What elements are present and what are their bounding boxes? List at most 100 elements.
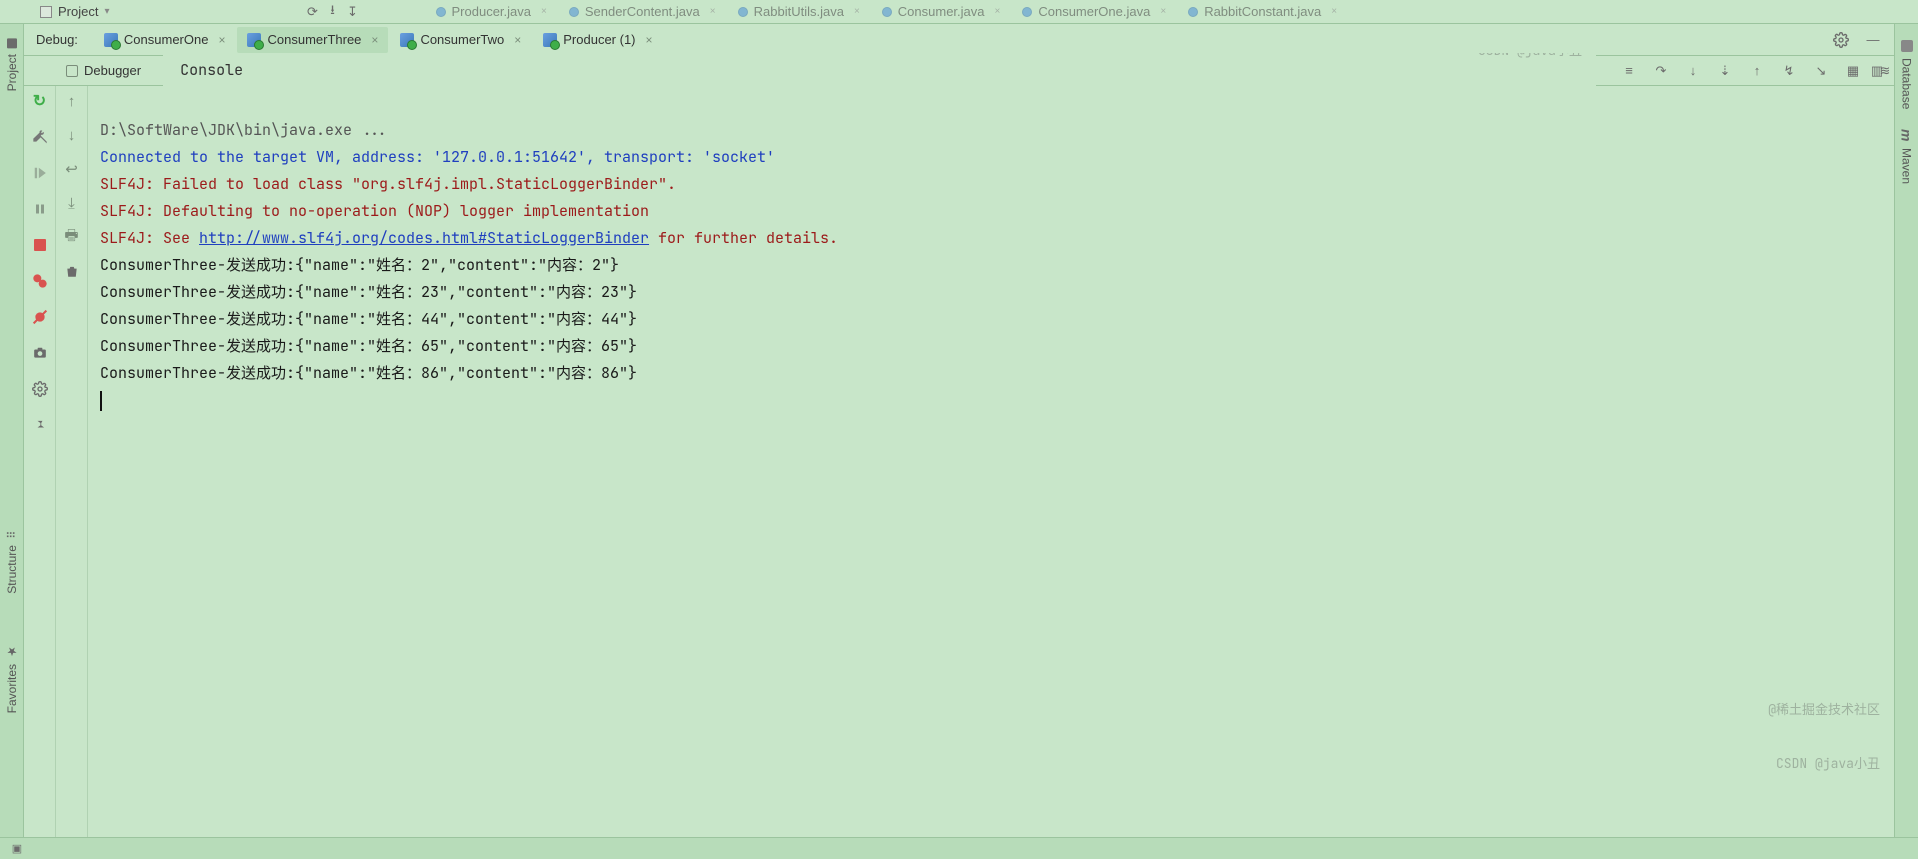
evaluate-expression-icon[interactable]: ▦: [1844, 62, 1862, 80]
file-tab[interactable]: RabbitUtils.java×: [728, 0, 870, 23]
java-file-icon: [1022, 7, 1032, 17]
console-output[interactable]: D:\SoftWare\JDK\bin\java.exe ... Connect…: [88, 86, 1894, 837]
java-file-icon: [569, 7, 579, 17]
resume-program-icon[interactable]: [31, 164, 49, 182]
close-icon[interactable]: ×: [995, 6, 1001, 17]
minimize-icon[interactable]: —: [1864, 31, 1882, 49]
soft-wrap-icon[interactable]: ↩: [63, 160, 81, 178]
step-out-icon[interactable]: ↑: [1748, 62, 1766, 80]
java-file-icon: [882, 7, 892, 17]
close-icon[interactable]: ×: [218, 33, 225, 47]
step-into-icon[interactable]: ↓: [1684, 62, 1702, 80]
run-config-icon: [543, 33, 557, 47]
file-tab[interactable]: SenderContent.java×: [559, 0, 726, 23]
pause-program-icon[interactable]: [31, 200, 49, 218]
layout-settings-icon[interactable]: ▥: [1868, 62, 1886, 80]
editor-file-tabs: Project ▾ ⟳ ⭳ ↧ Producer.java× SenderCon…: [0, 0, 1918, 24]
run-config-icon: [400, 33, 414, 47]
project-toolwindow-button[interactable]: Project: [5, 38, 19, 91]
clear-all-icon[interactable]: [63, 262, 81, 280]
status-bar: ▣: [0, 837, 1918, 859]
scroll-to-end-icon[interactable]: ⤓: [63, 194, 81, 212]
: Console: [180, 57, 243, 84]
run-tab-consumer-three[interactable]: ConsumerThree ×: [237, 27, 388, 53]
print-icon[interactable]: 🖶: [63, 228, 81, 246]
console-line: Connected to the target VM, address: '12…: [100, 147, 775, 167]
run-to-cursor-icon[interactable]: ↘: [1812, 62, 1830, 80]
run-tab-consumer-one[interactable]: ConsumerOne ×: [94, 27, 236, 53]
project-label: Project: [58, 4, 98, 19]
project-icon: [7, 38, 17, 48]
mute-breakpoints-icon[interactable]: [31, 308, 49, 326]
java-file-icon: [436, 7, 446, 17]
pin-tab-icon[interactable]: [27, 412, 52, 437]
left-toolwindow-stripe: Project Structure⠿ Favorites★: [0, 24, 24, 837]
view-breakpoints-icon[interactable]: [31, 272, 49, 290]
structure-toolwindow-button[interactable]: Structure⠿: [5, 531, 19, 594]
close-icon[interactable]: ×: [1331, 6, 1337, 17]
console-line: SLF4J: Defaulting to no-operation (NOP) …: [100, 201, 649, 221]
folder-icon: [40, 6, 52, 18]
maven-toolwindow-button[interactable]: m Maven: [1899, 129, 1915, 183]
console-line: ConsumerThree-发送成功:{"name":"姓名：2","conte…: [100, 255, 619, 275]
console-line: ConsumerThree-发送成功:{"name":"姓名：86","cont…: [100, 363, 637, 383]
show-execution-point-icon[interactable]: ≡: [1620, 62, 1638, 80]
modify-run-config-icon[interactable]: [31, 128, 49, 146]
database-toolwindow-button[interactable]: Database: [1900, 40, 1914, 109]
up-stack-icon[interactable]: ↑: [63, 92, 81, 110]
close-icon[interactable]: ×: [710, 6, 716, 17]
force-step-into-icon[interactable]: ⇣: [1716, 62, 1734, 80]
debug-settings-icon[interactable]: [1832, 31, 1850, 49]
file-tab[interactable]: ConsumerOne.java×: [1012, 0, 1176, 23]
toolbar-icon-3[interactable]: ↧: [344, 3, 362, 21]
structure-icon: ⠿: [5, 531, 18, 539]
project-dropdown[interactable]: Project ▾: [30, 0, 120, 23]
file-tab[interactable]: Consumer.java×: [872, 0, 1011, 23]
settings-icon[interactable]: [31, 380, 49, 398]
debug-action-column: ↻: [24, 86, 56, 837]
run-config-icon: [104, 33, 118, 47]
console-icon: [169, 57, 174, 84]
database-icon: [1901, 40, 1913, 52]
drop-frame-icon[interactable]: ↯: [1780, 62, 1798, 80]
toolbar-icon-2[interactable]: ⭳: [324, 3, 342, 21]
java-file-icon: [1188, 7, 1198, 17]
close-icon[interactable]: ×: [371, 33, 378, 47]
console-line: ConsumerThree-发送成功:{"name":"姓名：44","cont…: [100, 309, 637, 329]
tool-window-quick-access-icon[interactable]: ▣: [8, 840, 26, 858]
console-line: SLF4J: Failed to load class "org.slf4j.i…: [100, 174, 676, 194]
close-icon[interactable]: ×: [854, 6, 860, 17]
console-tab[interactable]: Console@稀土掘金技术社区CSDN @java小丑: [163, 53, 1596, 88]
star-icon: ★: [5, 644, 19, 658]
slf4j-link[interactable]: http://www.slf4j.org/codes.html#StaticLo…: [199, 228, 649, 248]
get-thread-dump-icon[interactable]: [31, 344, 49, 362]
close-icon[interactable]: ×: [541, 6, 547, 17]
stop-icon[interactable]: [31, 236, 49, 254]
text-caret: [100, 391, 102, 411]
run-config-icon: [247, 33, 261, 47]
run-tab-consumer-two[interactable]: ConsumerTwo ×: [390, 27, 531, 53]
debugger-icon: [66, 65, 78, 77]
close-icon[interactable]: ×: [646, 33, 653, 47]
close-icon[interactable]: ×: [514, 33, 521, 47]
debugger-tab[interactable]: Debugger: [60, 59, 147, 82]
console-line: ConsumerThree-发送成功:{"name":"姓名：23","cont…: [100, 282, 637, 302]
down-stack-icon[interactable]: ↓: [63, 126, 81, 144]
close-icon[interactable]: ×: [1160, 6, 1166, 17]
rerun-icon[interactable]: ↻: [31, 92, 49, 110]
file-tab[interactable]: RabbitConstant.java×: [1178, 0, 1347, 23]
maven-icon: m: [1899, 129, 1915, 141]
console-action-column: ↑ ↓ ↩ ⤓ 🖶: [56, 86, 88, 837]
favorites-toolwindow-button[interactable]: Favorites★: [5, 644, 19, 713]
file-tab[interactable]: Producer.java×: [426, 0, 557, 23]
debug-inner-tabs: Debugger Console@稀土掘金技术社区CSDN @java小丑 ≡ …: [24, 56, 1894, 86]
debug-label: Debug:: [32, 32, 78, 47]
step-over-icon[interactable]: ↷: [1652, 62, 1670, 80]
run-tab-producer-1[interactable]: Producer (1) ×: [533, 27, 662, 53]
console-line: D:\SoftWare\JDK\bin\java.exe ...: [100, 120, 388, 140]
debug-session-tabs: Debug: ConsumerOne × ConsumerThree × Con…: [24, 24, 1894, 56]
java-file-icon: [738, 7, 748, 17]
chevron-down-icon: ▾: [104, 6, 109, 17]
console-line: SLF4J: See http://www.slf4j.org/codes.ht…: [100, 228, 838, 248]
toolbar-icon-1[interactable]: ⟳: [304, 3, 322, 21]
